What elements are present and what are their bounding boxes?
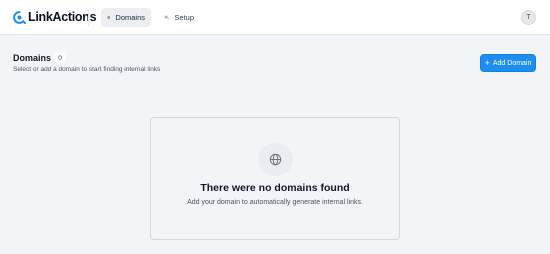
top-navigation-bar: LinkActions Domains Setup T [0, 0, 550, 35]
nav-item-domains[interactable]: Domains [101, 8, 151, 27]
globe-icon [269, 153, 282, 166]
add-domain-button[interactable]: + Add Domain [480, 54, 536, 72]
empty-state-icon-circle [258, 143, 293, 176]
globe-icon [107, 15, 111, 20]
brand-name: LinkActions [28, 10, 97, 24]
domain-count-badge: 0 [54, 52, 66, 64]
nav-item-label: Setup [174, 13, 194, 22]
empty-state-description: Add your domain to automatically generat… [187, 199, 363, 206]
nav-item-setup[interactable]: Setup [158, 8, 200, 27]
nav-divider [88, 9, 89, 26]
link-logo-icon [13, 10, 26, 24]
sparkles-icon [164, 15, 169, 20]
empty-state-title: There were no domains found [200, 182, 350, 194]
nav-item-label: Domains [115, 13, 145, 22]
app-logo[interactable]: LinkActions [13, 10, 97, 24]
empty-state-card: There were no domains found Add your dom… [150, 117, 400, 240]
page-subtitle: Select or add a domain to start finding … [13, 66, 161, 73]
user-avatar[interactable]: T [521, 10, 536, 25]
add-domain-label: Add Domain [492, 59, 532, 67]
plus-icon: + [484, 57, 490, 68]
page-title: Domains [13, 53, 52, 63]
